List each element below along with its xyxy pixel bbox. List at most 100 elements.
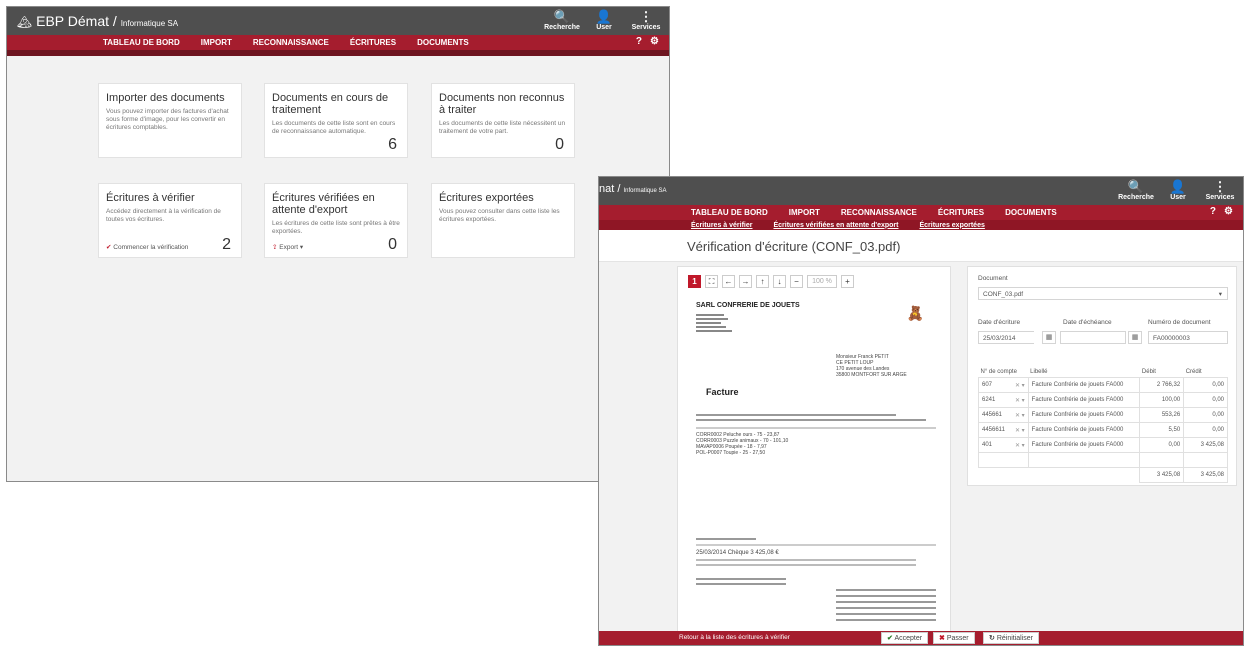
reset-button[interactable]: ↻ Réinitialiser — [983, 632, 1040, 644]
skip-button[interactable]: ✖ Passer — [933, 632, 975, 644]
card-title: Écritures exportées — [439, 192, 534, 204]
calendar-icon[interactable]: ▦ — [1042, 331, 1056, 344]
arrow-right-icon[interactable]: → — [739, 275, 752, 288]
table-row[interactable]: 445661 ✕ ▾ Facture Confrérie de jouets F… — [978, 407, 1228, 423]
menu-tableau-de-bord[interactable]: TABLEAU DE BORD — [691, 208, 768, 217]
invoice-preview: SARL CONFRERIE DE JOUETS 🧸 Monsieur Fran… — [686, 299, 942, 636]
action-bar: Retour à la liste des écritures à vérifi… — [599, 631, 1243, 645]
logo-icon: 🏔 — [17, 15, 33, 29]
gear-icon[interactable]: ⚙ — [650, 36, 659, 47]
card-title: Documents en cours de traitement — [272, 92, 389, 116]
date-echeance-label: Date d'échéance — [1063, 319, 1112, 326]
menu-import[interactable]: IMPORT — [789, 208, 820, 217]
card-title: Écritures à vérifier — [106, 192, 195, 204]
main-menu: TABLEAU DE BORD IMPORT RECONNAISSANCE ÉC… — [7, 35, 669, 50]
export-dropdown[interactable]: ⇪ Export ▾ — [272, 243, 303, 251]
services-button[interactable]: ⋮ Services — [1203, 179, 1237, 201]
fit-icon[interactable]: ⛶ — [705, 275, 718, 288]
menu-ecritures[interactable]: ÉCRITURES — [350, 38, 396, 47]
table-row[interactable]: 607 ✕ ▾ Facture Confrérie de jouets FA00… — [978, 377, 1228, 393]
user-button[interactable]: 👤 User — [1161, 179, 1195, 201]
table-row[interactable]: 6241 ✕ ▾ Facture Confrérie de jouets FA0… — [978, 392, 1228, 408]
zoom-level[interactable]: 100 % — [807, 275, 837, 288]
card-text: Les documents de cette liste nécessitent… — [439, 120, 566, 135]
entry-lines-table: N° de compte Libellé Débit Crédit 607 ✕ … — [978, 367, 1228, 483]
zoom-in-icon[interactable]: + — [841, 275, 854, 288]
search-icon: 🔍 — [1127, 179, 1145, 194]
company-name: Informatique SA — [120, 19, 179, 28]
help-icon[interactable]: ? — [1210, 206, 1216, 217]
submenu-awaiting-export[interactable]: Écritures vérifiées en attente d'export — [773, 222, 898, 229]
top-bar: 🏔 EBP Démat / Informatique SA 🔍 Recherche… — [7, 7, 669, 35]
refresh-icon: ↻ — [989, 635, 995, 642]
menu-documents[interactable]: DOCUMENTS — [417, 38, 469, 47]
card-import[interactable]: Importer des documents Vous pouvez impor… — [98, 83, 242, 158]
numero-input[interactable]: FA00000003 — [1148, 331, 1228, 344]
chevron-down-icon: ▾ — [1218, 291, 1222, 298]
table-row[interactable]: 4456611 ✕ ▾ Facture Confrérie de jouets … — [978, 422, 1228, 438]
card-title: Importer des documents — [106, 92, 225, 104]
card-awaiting-export[interactable]: Écritures vérifiées en attente d'export … — [264, 183, 408, 258]
dashboard-window: 🏔 EBP Démat / Informatique SA 🔍 Recherche… — [6, 6, 670, 482]
document-select[interactable]: CONF_03.pdf ▾ — [978, 287, 1228, 300]
verification-body: 1 ⛶ ← → ↑ ↓ − 100 % + SARL CONFRERIE DE … — [599, 262, 1243, 637]
date-ecriture-label: Date d'écriture — [978, 319, 1021, 326]
card-to-verify[interactable]: Écritures à vérifier Accédez directement… — [98, 183, 242, 258]
card-text: Les documents de cette liste sont en cou… — [272, 120, 396, 135]
help-icon[interactable]: ? — [636, 36, 642, 47]
arrow-left-icon[interactable]: ← — [722, 275, 735, 288]
card-count: 0 — [555, 136, 564, 153]
invoice-sender-lines — [696, 312, 736, 334]
submenu-exported[interactable]: Écritures exportées — [919, 222, 984, 229]
check-icon: ✔ — [106, 244, 112, 251]
accept-button[interactable]: ✔ Accepter — [881, 632, 929, 644]
table-row[interactable]: 401 ✕ ▾ Facture Confrérie de jouets FA00… — [978, 437, 1228, 453]
menu-ecritures[interactable]: ÉCRITURES — [938, 208, 984, 217]
user-button[interactable]: 👤 User — [587, 9, 621, 31]
page-header: Vérification d'écriture (CONF_03.pdf) — [599, 230, 1243, 262]
arrow-up-icon[interactable]: ↑ — [756, 275, 769, 288]
menu-documents[interactable]: DOCUMENTS — [1005, 208, 1057, 217]
card-count: 0 — [388, 236, 397, 253]
services-button[interactable]: ⋮ Services — [629, 9, 663, 31]
menu-reconnaissance[interactable]: RECONNAISSANCE — [253, 38, 329, 47]
menu-reconnaissance[interactable]: RECONNAISSANCE — [841, 208, 917, 217]
total-debit: 3 425,08 — [1139, 467, 1185, 483]
entry-form: Document CONF_03.pdf ▾ Date d'écriture 25… — [967, 266, 1237, 486]
table-row-empty[interactable] — [978, 452, 1228, 468]
invoice-logo-icon: 🧸 — [906, 305, 924, 321]
calendar-icon[interactable]: ▦ — [1128, 331, 1142, 344]
page-number[interactable]: 1 — [688, 275, 701, 288]
arrow-down-icon[interactable]: ↓ — [773, 275, 786, 288]
card-count: 2 — [222, 236, 231, 253]
dashboard-content: Importer des documents Vous pouvez impor… — [7, 56, 669, 481]
submenu-to-verify[interactable]: Écritures à vérifier — [691, 222, 752, 229]
date-echeance-input[interactable] — [1060, 331, 1126, 344]
search-icon: 🔍 — [553, 9, 571, 24]
search-button[interactable]: 🔍 Recherche — [544, 9, 580, 31]
invoice-company: SARL CONFRERIE DE JOUETS — [696, 302, 800, 309]
card-exported[interactable]: Écritures exportées Vous pouvez consulte… — [431, 183, 575, 258]
start-verification-link[interactable]: ✔ Commencer la vérification — [106, 243, 188, 251]
pdf-viewer[interactable]: 1 ⛶ ← → ↑ ↓ − 100 % + SARL CONFRERIE DE … — [677, 266, 951, 637]
invoice-lines: CORR0002 Peluche ours - 75 - 23,87 CORR0… — [696, 411, 936, 456]
kebab-icon: ⋮ — [639, 9, 653, 24]
zoom-out-icon[interactable]: − — [790, 275, 803, 288]
gear-icon[interactable]: ⚙ — [1224, 206, 1233, 217]
app-brand[interactable]: 🏔 EBP Démat / Informatique SA — [17, 13, 178, 29]
back-to-list-link[interactable]: Retour à la liste des écritures à vérifi… — [679, 634, 790, 641]
app-brand[interactable]: nat / Informatique SA — [599, 183, 667, 195]
menu-import[interactable]: IMPORT — [201, 38, 232, 47]
table-totals: 3 425,08 3 425,08 — [979, 467, 1228, 483]
invoice-payment: 25/03/2014 Chèque 3 425,08 € — [696, 535, 936, 621]
user-icon: 👤 — [1169, 179, 1187, 194]
card-unrecognized[interactable]: Documents non reconnus à traiter Les doc… — [431, 83, 575, 158]
date-ecriture-input[interactable]: 25/03/2014 — [978, 331, 1040, 344]
table-header: N° de compte Libellé Débit Crédit — [980, 369, 1202, 375]
card-text: Vous pouvez consulter dans cette liste l… — [439, 208, 560, 223]
main-menu: TABLEAU DE BORD IMPORT RECONNAISSANCE ÉC… — [599, 205, 1243, 220]
menu-tableau-de-bord[interactable]: TABLEAU DE BORD — [103, 38, 180, 47]
search-button[interactable]: 🔍 Recherche — [1118, 179, 1154, 201]
card-processing[interactable]: Documents en cours de traitement Les doc… — [264, 83, 408, 158]
kebab-icon: ⋮ — [1213, 179, 1227, 194]
